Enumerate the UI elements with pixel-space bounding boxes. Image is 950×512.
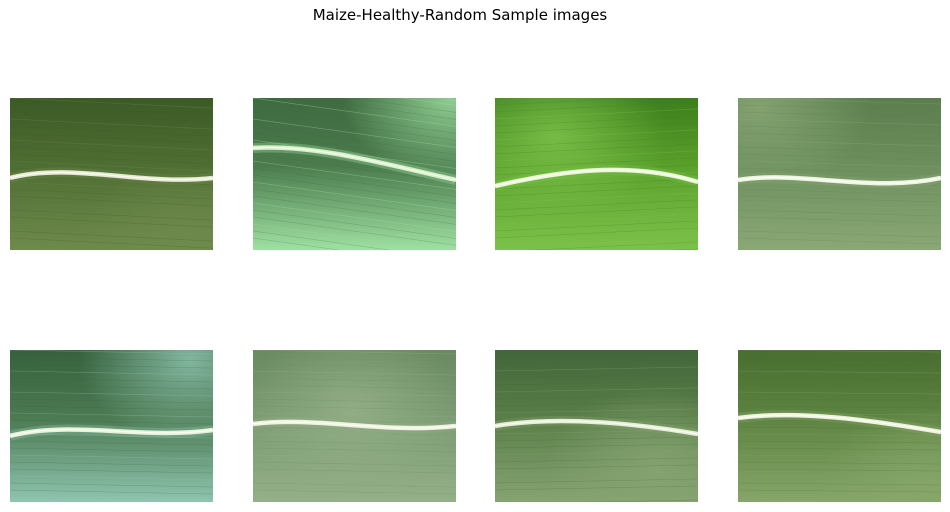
leaf-photo-2 [253,98,456,250]
leaf-photo-5 [10,350,213,502]
sample-image-5 [10,350,213,502]
leaf-photo-6 [253,350,456,502]
sample-image-3 [495,98,698,250]
sample-image-6 [253,350,456,502]
leaf-photo-7 [495,350,698,502]
leaf-photo-3 [495,98,698,250]
figure-title: Maize-Healthy-Random Sample images [312,6,608,24]
leaf-photo-1 [10,98,213,250]
sample-image-2 [253,98,456,250]
leaf-photo-4 [738,98,941,250]
sample-image-7 [495,350,698,502]
sample-image-1 [10,98,213,250]
sample-image-8 [738,350,941,502]
sample-image-4 [738,98,941,250]
leaf-photo-8 [738,350,941,502]
